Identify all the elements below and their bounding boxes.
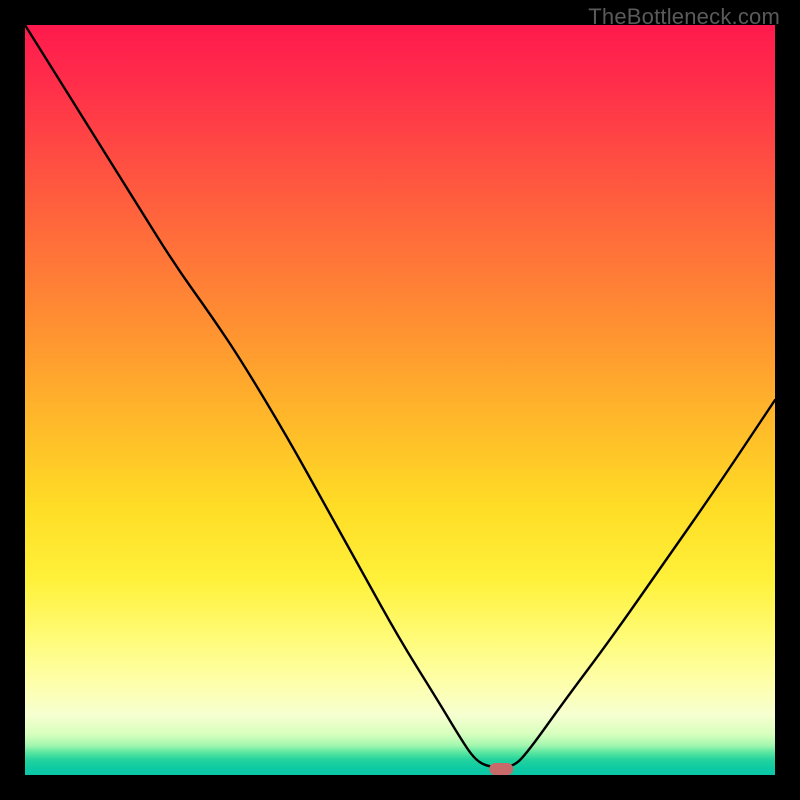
bottleneck-curve — [25, 25, 775, 768]
curve-layer — [25, 25, 775, 775]
optimal-marker — [489, 763, 513, 775]
watermark-text: TheBottleneck.com — [588, 4, 780, 30]
chart-root: TheBottleneck.com — [0, 0, 800, 800]
plot-area — [25, 25, 775, 775]
